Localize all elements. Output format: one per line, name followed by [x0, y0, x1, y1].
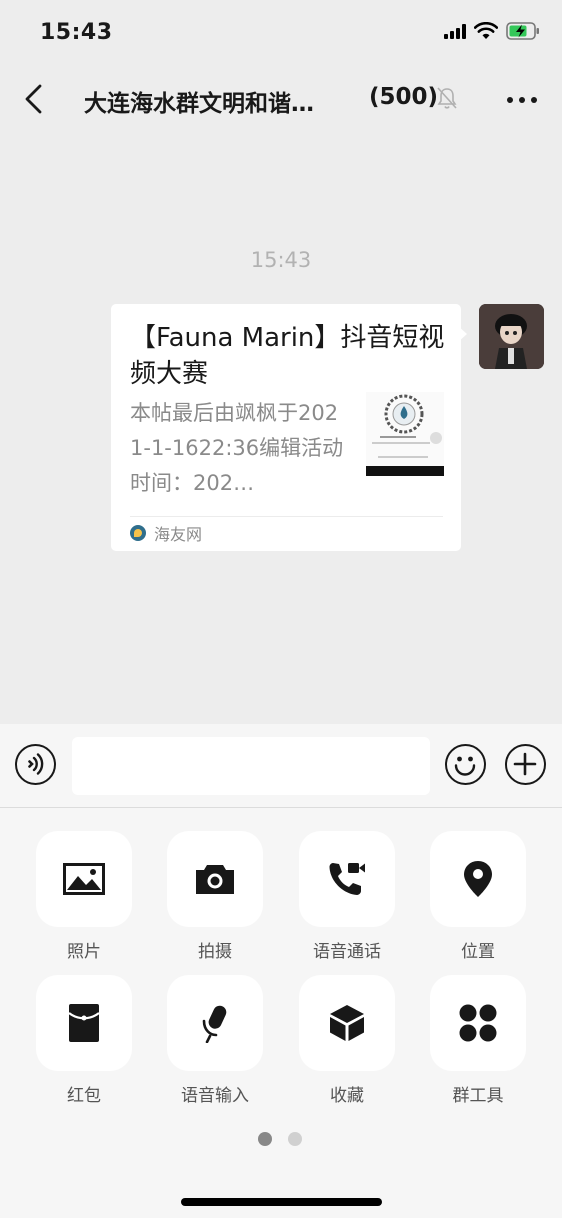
tool-label: 群工具	[452, 1086, 504, 1106]
bubble-tail	[458, 326, 467, 342]
tool-voice-input[interactable]: 语音输入	[167, 975, 263, 1106]
message-input[interactable]	[72, 737, 430, 795]
card-source-name: 海友网	[154, 525, 203, 544]
card-thumbnail	[366, 392, 444, 476]
tool-label: 收藏	[330, 1086, 364, 1106]
emoji-button[interactable]	[445, 744, 486, 785]
battery-charging-icon	[506, 22, 539, 40]
more-options-button[interactable]	[504, 88, 540, 112]
tool-label: 拍摄	[198, 942, 232, 962]
chat-title: 大连海水群文明和谐…	[84, 91, 314, 117]
input-bar	[0, 724, 562, 808]
card-source: 海友网	[130, 522, 202, 544]
tool-group-tools[interactable]: 群工具	[430, 975, 526, 1106]
link-card-message[interactable]: 【Fauna Marin】抖音短视频大赛 本帖最后由飒枫于2021-1-1622…	[111, 304, 461, 551]
wifi-icon	[474, 22, 498, 39]
tool-location[interactable]: 位置	[430, 831, 526, 962]
tool-label: 位置	[461, 942, 495, 962]
tool-label: 红包	[67, 1086, 101, 1106]
page-dot[interactable]	[288, 1132, 302, 1146]
camera-icon	[196, 865, 234, 894]
tool-favorites[interactable]: 收藏	[299, 975, 395, 1106]
tool-photo[interactable]: 照片	[36, 831, 132, 962]
mute-bell-icon	[437, 87, 457, 109]
photo-icon	[63, 863, 105, 895]
tool-label: 照片	[67, 942, 101, 962]
page-dot-active[interactable]	[258, 1132, 272, 1146]
status-icons	[444, 22, 540, 40]
status-bar: 15:43	[0, 0, 562, 66]
card-title: 【Fauna Marin】抖音短视频大赛	[130, 323, 445, 389]
cellular-signal-icon	[444, 23, 466, 39]
card-divider	[130, 516, 443, 517]
favorites-icon	[330, 1005, 364, 1041]
video-call-icon	[329, 863, 365, 895]
more-functions-button[interactable]	[505, 744, 546, 785]
tool-label: 语音通话	[313, 942, 381, 962]
red-packet-icon	[68, 1004, 100, 1042]
group-tools-icon	[459, 1004, 497, 1042]
tool-label: 语音输入	[181, 1086, 249, 1106]
member-count: (500)	[369, 84, 439, 110]
page-indicator	[258, 1132, 302, 1146]
tool-red-packet[interactable]: 红包	[36, 975, 132, 1106]
card-description: 本帖最后由飒枫于2021-1-1622:36编辑活动时间：202…	[130, 401, 344, 495]
voice-toggle-button[interactable]	[15, 744, 56, 785]
home-indicator	[181, 1198, 382, 1206]
nav-bar: 大连海水群文明和谐… (500)	[0, 66, 562, 132]
sender-avatar[interactable]	[479, 304, 544, 369]
message-timestamp: 15:43	[250, 248, 312, 272]
tool-voice-call[interactable]: 语音通话	[299, 831, 395, 962]
status-time: 15:43	[40, 20, 113, 45]
back-button[interactable]	[18, 82, 52, 116]
location-icon	[464, 861, 492, 897]
tool-camera[interactable]: 拍摄	[167, 831, 263, 962]
source-logo-icon	[130, 525, 146, 541]
microphone-icon	[202, 1005, 227, 1043]
